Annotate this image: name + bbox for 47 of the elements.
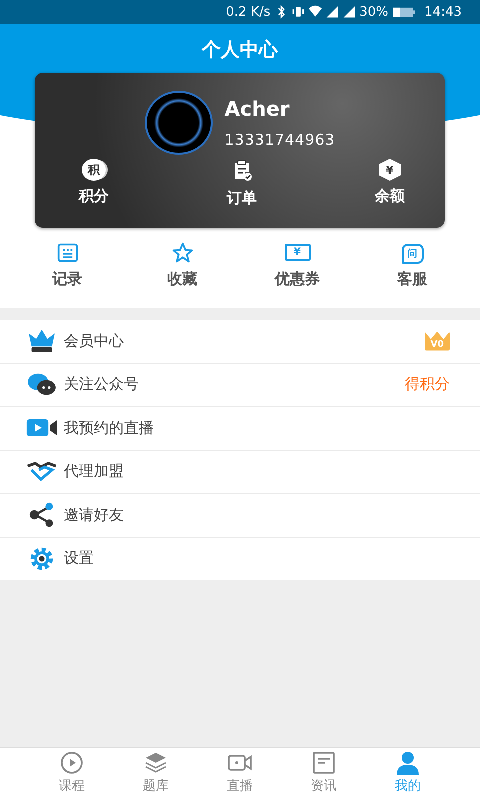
menu-item[interactable]: 会员中心 V0 [0,320,480,362]
tab[interactable]: 直播 [210,748,270,800]
note-icon [56,242,78,264]
chat-bubble-icon: 问 [402,244,424,264]
battery-level: 30% [360,4,389,20]
user-name: Acher [224,97,291,121]
menu-item[interactable]: 设置 [0,536,480,580]
phone-number: 13331744963 [224,131,336,149]
battery-icon [392,6,415,18]
shortcut-button[interactable]: ¥ 优惠券 [258,242,338,298]
page-title: 个人中心 [202,38,278,63]
menu-label: 我预约的直播 [64,418,155,438]
menu-item[interactable]: 关注公众号 得积分 [0,362,480,406]
profile-stat-button[interactable]: 积 积分 [79,159,109,208]
signal-icon [342,5,356,19]
menu-item[interactable]: 代理加盟 [0,450,480,493]
coupon-icon: ¥ [284,244,310,261]
document-icon [312,751,336,775]
vibrate-icon [292,5,305,19]
menu-label: 邀请好友 [64,506,125,525]
menu-item[interactable]: 我预约的直播 [0,406,480,450]
tab[interactable]: 题库 [126,748,186,800]
shortcut-button[interactable]: 记录 [28,242,108,298]
menu-item[interactable]: 邀请好友 [0,493,480,536]
profile-stat-button[interactable]: ¥ 余额 [375,159,405,208]
points-coin-icon: 积 [82,159,106,181]
network-speed: 0.2 K/s [226,4,271,20]
tab[interactable]: 课程 [42,748,102,800]
menu-label: 关注公众号 [64,375,140,394]
shortcut-button[interactable]: 收藏 [142,242,222,298]
crown-icon [26,328,58,354]
chat-bubbles-icon [26,372,58,398]
wifi-icon [308,5,322,19]
star-icon [172,242,194,264]
layers-icon [144,751,168,775]
vip-level-badge: V0 [424,332,450,351]
menu-label: 代理加盟 [64,462,125,482]
shortcut-button[interactable]: 问 客服 [372,242,452,298]
menu-label: 会员中心 [64,332,125,351]
earn-points-label: 得积分 [405,375,450,394]
person-icon [396,751,420,775]
play-circle-icon [60,751,84,775]
tab[interactable]: 资讯 [294,748,354,800]
profile-stat-button[interactable]: 订单 [227,159,257,208]
clock: 14:43 [424,4,462,20]
signal-icon [326,5,339,19]
menu-label: 设置 [64,549,95,568]
